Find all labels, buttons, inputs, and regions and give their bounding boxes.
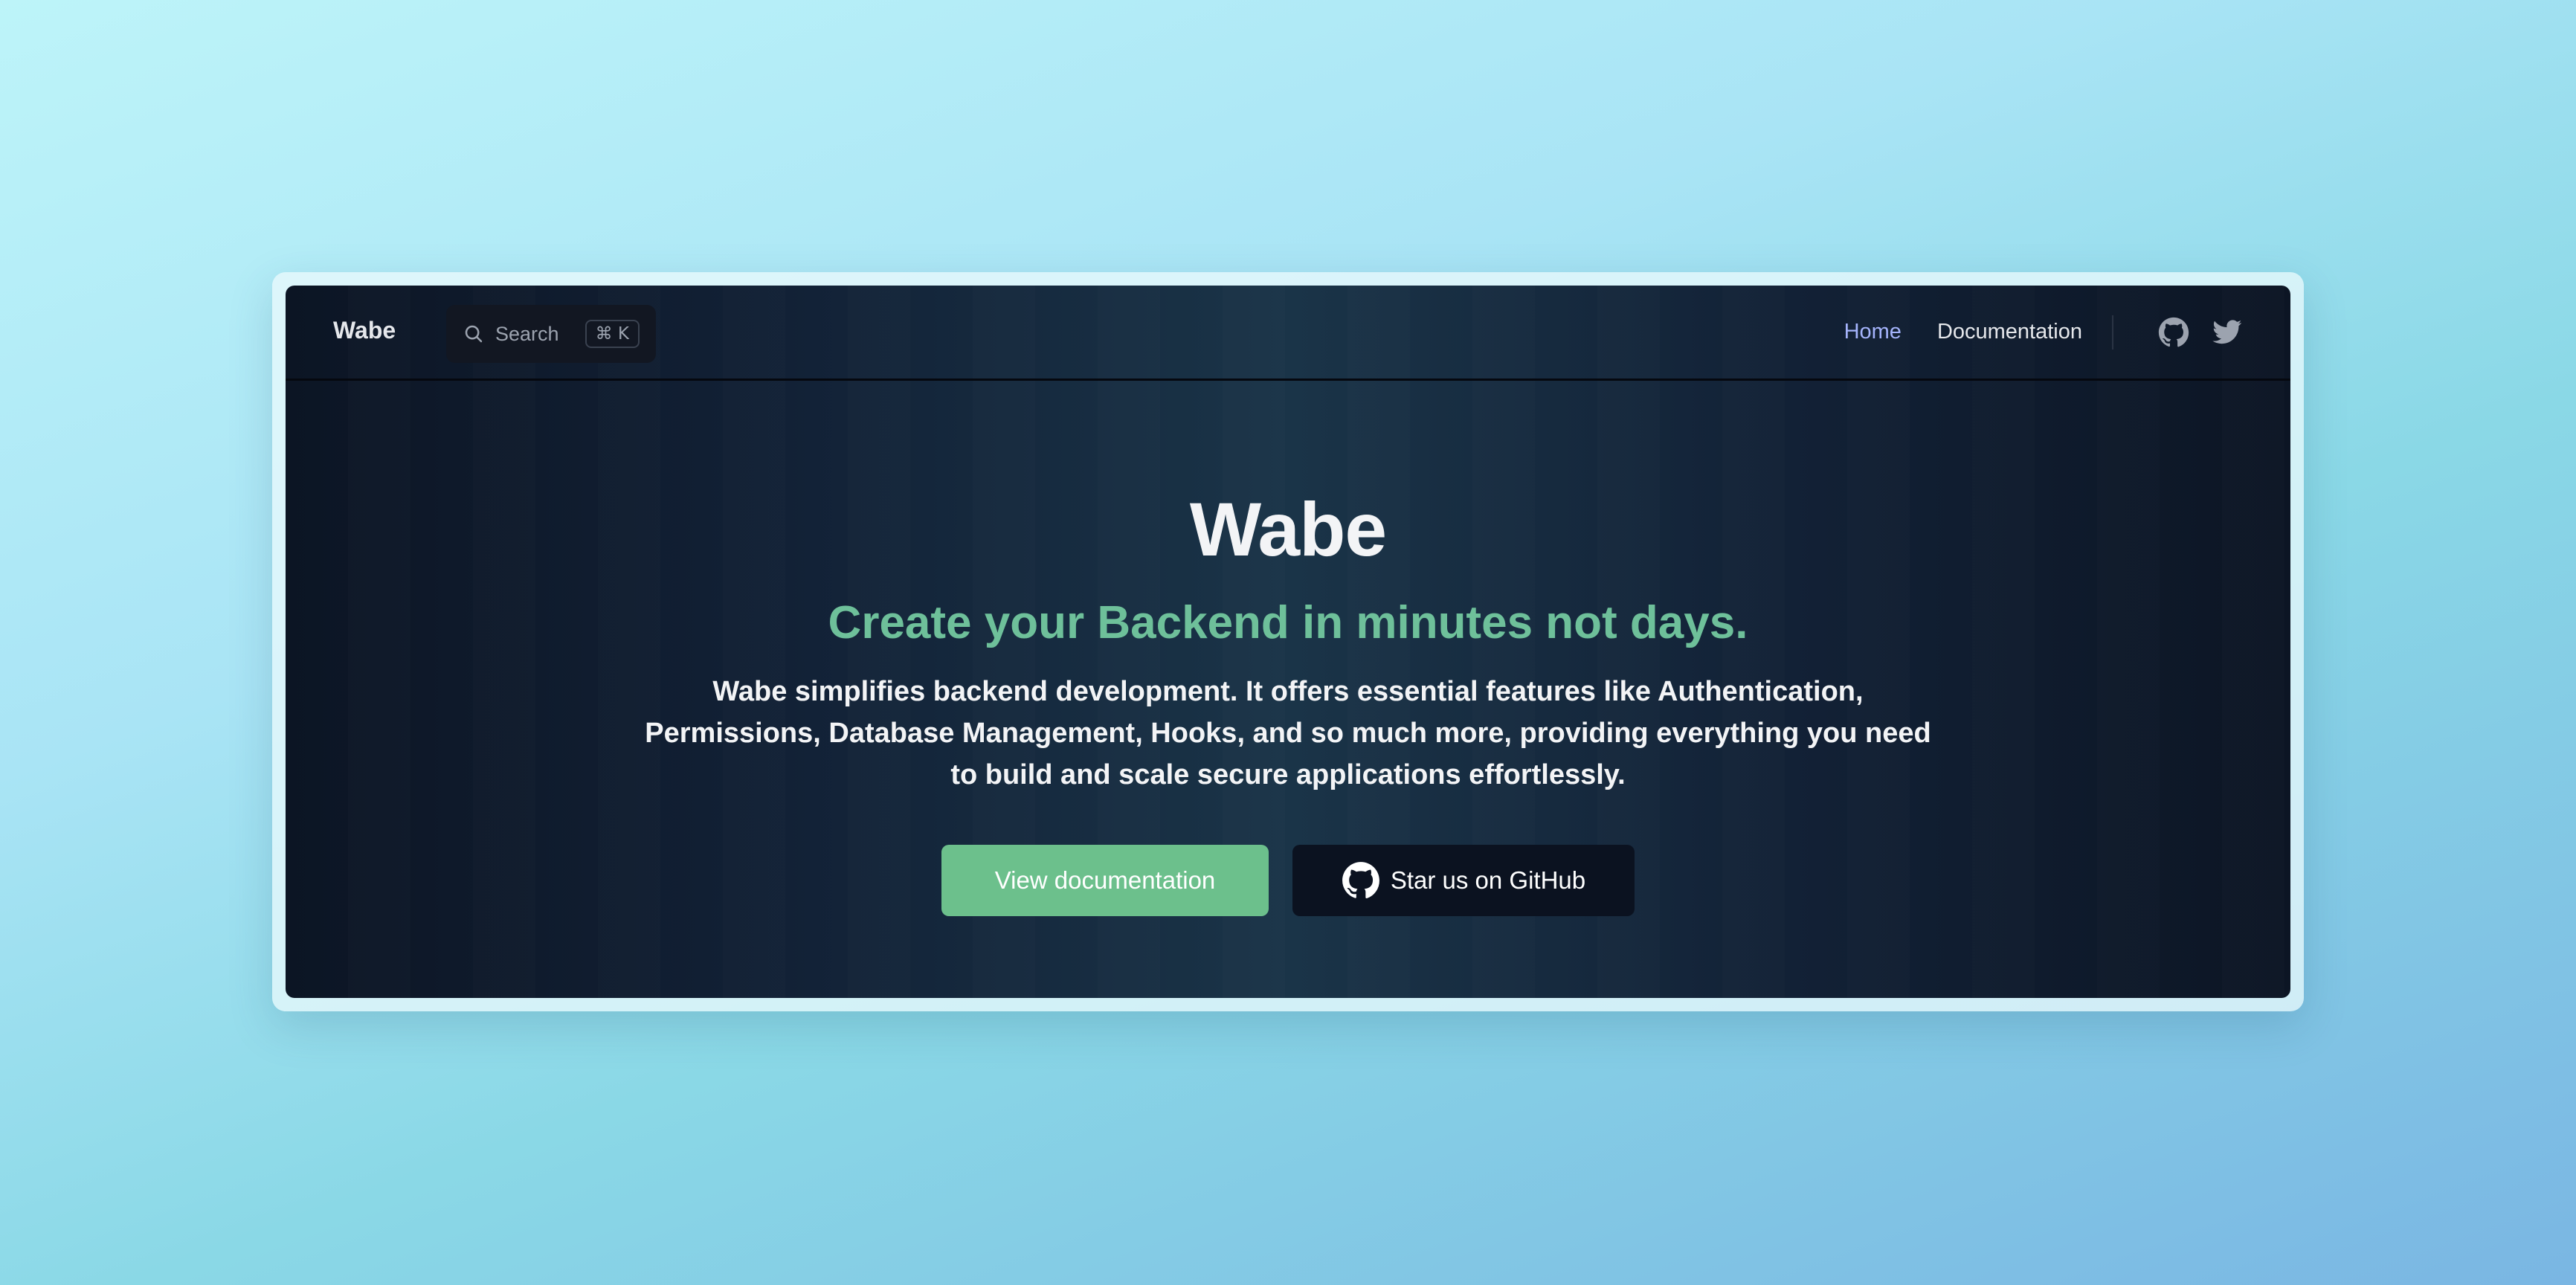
nav-link-documentation[interactable]: Documentation (1937, 320, 2082, 344)
hero-actions: View documentation Star us on GitHub (286, 845, 2290, 916)
app-window: Wabe Search ⌘ K Home Documentation Wabe … (286, 286, 2290, 998)
nav-divider (2112, 315, 2113, 350)
twitter-icon[interactable] (2212, 317, 2243, 348)
hero-title: Wabe (1189, 487, 1387, 572)
star-on-github-button[interactable]: Star us on GitHub (1292, 845, 1635, 916)
brand-logo-link[interactable]: Wabe (333, 317, 396, 344)
view-documentation-button[interactable]: View documentation (941, 845, 1269, 916)
search-placeholder: Search (495, 322, 559, 345)
github-icon (1342, 861, 1380, 900)
search-icon (463, 323, 485, 345)
github-icon[interactable] (2158, 317, 2189, 348)
star-on-github-label: Star us on GitHub (1390, 866, 1586, 894)
search-button[interactable]: Search ⌘ K (446, 305, 656, 363)
navbar: Wabe Search ⌘ K Home Documentation (286, 286, 2290, 381)
view-documentation-label: View documentation (994, 866, 1216, 894)
nav-link-home[interactable]: Home (1844, 320, 1902, 344)
search-shortcut-badge: ⌘ K (585, 320, 640, 348)
nav-links: Home Documentation (1809, 286, 2243, 379)
hero-description: Wabe simplifies backend development. It … (645, 676, 1931, 790)
hero-tagline: Create your Backend in minutes not days. (828, 597, 1748, 648)
browser-frame: Wabe Search ⌘ K Home Documentation Wabe … (272, 272, 2304, 1011)
hero-section: Wabe Create your Backend in minutes not … (286, 381, 2290, 998)
